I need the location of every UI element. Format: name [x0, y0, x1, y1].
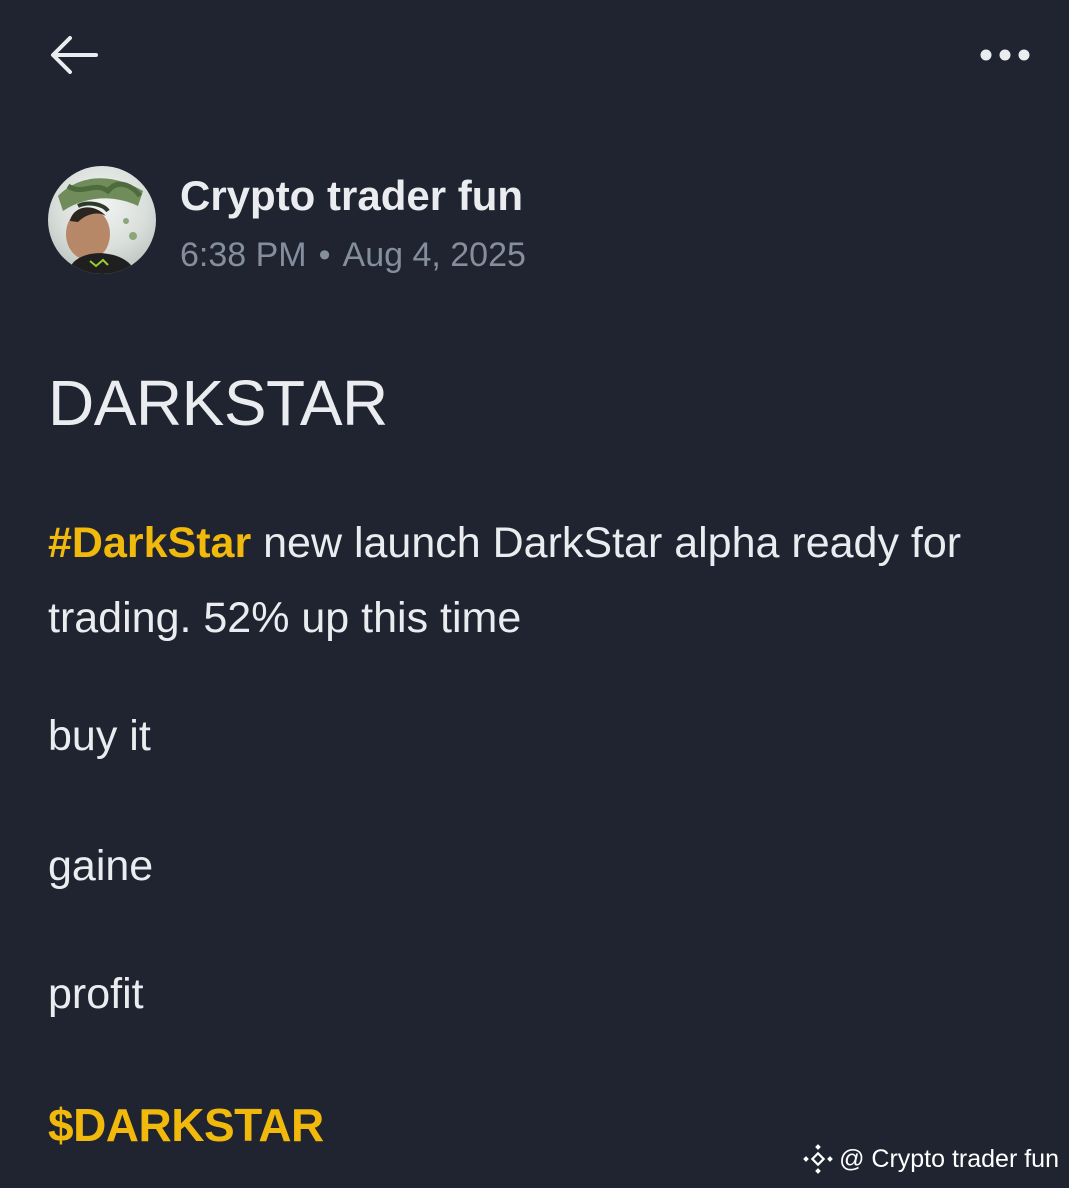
watermark: @ Crypto trader fun	[803, 1144, 1059, 1174]
watermark-text: @ Crypto trader fun	[839, 1144, 1059, 1173]
post-title: DARKSTAR	[48, 367, 388, 439]
post-line-buy: buy it	[48, 712, 151, 760]
author-name[interactable]: Crypto trader fun	[180, 172, 523, 220]
post-paragraph: #DarkStar new launch DarkStar alpha read…	[48, 506, 1038, 656]
avatar[interactable]	[48, 166, 156, 274]
post-date: Aug 4, 2025	[342, 236, 526, 274]
post-body: #DarkStar new launch DarkStar alpha read…	[48, 506, 1038, 656]
arrow-left-icon	[51, 36, 98, 74]
cashtag-link[interactable]: $DARKSTAR	[48, 1098, 324, 1152]
post-line-gaine: gaine	[48, 842, 154, 890]
avatar-photo	[48, 166, 156, 274]
hashtag-link[interactable]: #DarkStar	[48, 519, 251, 567]
back-button[interactable]	[46, 30, 102, 80]
post-meta: 6:38 PM • Aug 4, 2025	[180, 236, 526, 275]
more-options-button[interactable]	[972, 34, 1038, 76]
binance-logo-icon	[803, 1144, 833, 1174]
post-line-profit: profit	[48, 970, 144, 1018]
post-detail-screen: Crypto trader fun 6:38 PM • Aug 4, 2025 DA…	[0, 0, 1069, 1188]
post-time: 6:38 PM	[180, 236, 307, 274]
more-dots-icon	[980, 49, 1030, 61]
top-bar	[0, 0, 1069, 110]
author-block: Crypto trader fun 6:38 PM • Aug 4, 2025	[48, 166, 748, 276]
meta-separator: •	[318, 236, 331, 274]
